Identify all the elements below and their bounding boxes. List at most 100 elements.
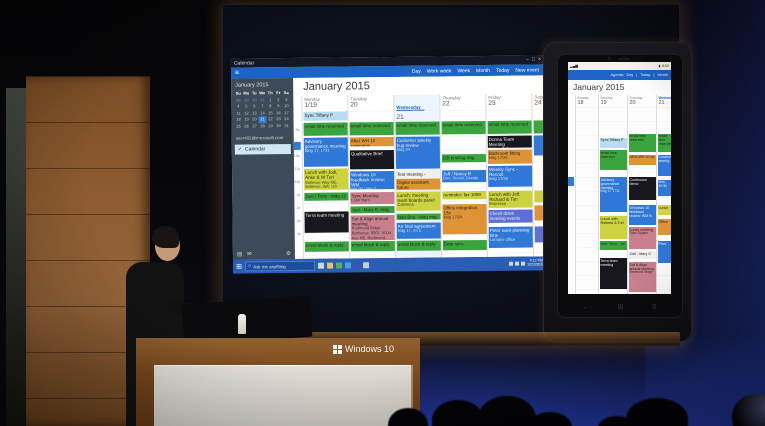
calendar-event[interactable]: Sut & Align annual meetingRedmond Ridge … xyxy=(350,215,394,240)
day-column-header[interactable]: Wednesday21 xyxy=(394,94,439,110)
calendar-event[interactable]: Peter want planning timeLorraine office xyxy=(488,226,532,248)
calendar-event[interactable]: Sync Tiffany P xyxy=(303,111,347,121)
calendar-event[interactable]: Joel - Mary B, bldg 1703 xyxy=(350,206,394,213)
calendar-event[interactable]: email block & reply xyxy=(304,241,348,252)
calendar-event[interactable]: reminder: fax 1099 xyxy=(442,191,486,200)
menu-item-day[interactable]: Day xyxy=(412,68,421,74)
phone-day-header[interactable]: Monday19 xyxy=(599,95,627,107)
calendar-event[interactable]: email time reserved xyxy=(395,122,439,135)
windows-icon[interactable]: ⊞ xyxy=(617,303,623,311)
maximize-button[interactable]: □ xyxy=(532,57,535,62)
day-column-header[interactable]: Thursday22 xyxy=(440,94,485,110)
calendar-checkbox[interactable]: ✓ Calendar xyxy=(235,144,291,155)
calendar-event[interactable]: Sut & Align annual meetingRedmond Ridge xyxy=(629,262,656,292)
menu-item-work-week[interactable]: Work week xyxy=(427,68,452,74)
mini-cal-day[interactable]: 29 xyxy=(267,123,275,130)
calendar-event[interactable]: Art final agreementbldg 17, rm 5 xyxy=(396,222,440,238)
calendar-event[interactable]: Bathroom fittingbldg 17/36 xyxy=(487,150,531,164)
calendar-event[interactable]: Advisory governance meetingBldg 17, 1731 xyxy=(303,137,347,166)
menu-item-today[interactable]: Today xyxy=(496,67,509,73)
calendar-event[interactable]: email block & reply xyxy=(396,240,440,251)
calendar-event[interactable]: email time reserved xyxy=(629,134,656,153)
cortana-search-box[interactable]: ○ Ask me anything xyxy=(245,261,315,272)
calendar-event[interactable]: After WH 10 campaignbldg 17/23 xyxy=(349,137,393,147)
menu-item-month[interactable]: Month xyxy=(476,67,490,73)
calendar-event[interactable]: Sync Tiffany P xyxy=(600,138,627,148)
taskbar-app-icon[interactable] xyxy=(354,262,360,268)
menu-item-new-event[interactable]: New event xyxy=(515,67,539,73)
calendar-event[interactable]: Joel - Mary G xyxy=(629,251,656,258)
phone-menu-item-month[interactable]: Month xyxy=(657,73,668,77)
minimize-button[interactable]: – xyxy=(526,58,529,63)
taskbar-clock[interactable]: 4:12 PM 1/21/2015 xyxy=(527,259,543,267)
day-column-header[interactable]: Tuesday20 xyxy=(348,95,393,111)
calendar-event[interactable]: Win 10 fb xyxy=(658,180,671,196)
mini-cal-day[interactable]: 30 xyxy=(275,123,283,130)
calendar-event[interactable]: Advisory governance meetingbldg 17, 1731 xyxy=(600,177,627,212)
calendar-event[interactable]: Customer weekly bug reviewbldg 34 xyxy=(395,136,439,168)
calendar-event[interactable]: Test meeting - Check rm 703 xyxy=(396,170,440,177)
tray-icon[interactable] xyxy=(509,262,513,266)
mini-cal-day[interactable]: 31 xyxy=(283,123,291,130)
tray-icon[interactable] xyxy=(515,262,519,266)
calendar-event[interactable]: GB briefing mtg xyxy=(441,154,485,163)
calendar-event[interactable]: ARM WH 10 ca xyxy=(629,155,656,165)
mini-cal-day[interactable]: 26 xyxy=(243,123,251,130)
calendar-event[interactable]: Joel: Terry - 1st xyxy=(600,241,627,250)
phone-menu-agenda[interactable]: Agenda xyxy=(610,73,623,77)
menu-item-week[interactable]: Week xyxy=(457,68,470,74)
taskbar-app-icon[interactable] xyxy=(336,262,342,268)
day-column-header[interactable]: Monday1/19 xyxy=(302,95,347,111)
mini-cal-day[interactable]: 28 xyxy=(259,123,267,130)
calendar-event[interactable]: Nart Bria - bldg mtg xyxy=(396,213,440,220)
calendar-event[interactable]: email time reserved xyxy=(600,150,627,170)
search-icon[interactable]: ⚲ xyxy=(652,303,657,311)
calendar-event[interactable]: email block & reply xyxy=(350,241,394,252)
calendar-event[interactable]: email time reserved xyxy=(349,122,393,135)
phone-day-header[interactable]: Sunday18 xyxy=(576,95,598,107)
calendar-event[interactable]: Lunch xyxy=(658,205,671,215)
calendar-event[interactable]: Continuum demo xyxy=(629,177,656,200)
calendar-event[interactable]: Office xyxy=(658,219,671,235)
mail-icon[interactable]: ✉ xyxy=(247,251,252,257)
taskbar-app-icon[interactable] xyxy=(318,263,324,269)
calendar-event[interactable]: email time reserved xyxy=(658,134,671,153)
calendar-event[interactable]: Terra team meeting xyxy=(600,258,627,289)
tray-icon[interactable] xyxy=(521,262,525,266)
calendar-event[interactable]: Lunch with Roberto & Turi xyxy=(600,216,627,239)
calendar-event[interactable]: Lunch meetingTown Square xyxy=(629,227,656,248)
calendar-event[interactable]: Lunch: meeting team boards panelCafeteri… xyxy=(396,191,440,211)
calendar-grid-icon[interactable]: ▤ xyxy=(237,252,242,258)
taskbar-app-icon[interactable] xyxy=(345,262,351,268)
calendar-event[interactable]: Plan xyxy=(658,241,671,262)
calendar-event[interactable]: Qualitative Brief xyxy=(349,150,393,169)
calendar-event[interactable]: Office integration 15xbldg 17/29 xyxy=(442,204,486,235)
phone-menu-item-today[interactable]: Today xyxy=(640,73,650,77)
calendar-event[interactable]: Windows 10 feedback review: WM B xyxy=(629,205,656,225)
phone-menu-item-day[interactable]: Day xyxy=(627,73,634,77)
close-button[interactable]: × xyxy=(538,57,541,62)
phone-day-header[interactable]: Tuesday20 xyxy=(628,95,656,107)
calendar-event[interactable]: Lunch with Jodi, Anke & W TuriBellevue W… xyxy=(304,169,348,191)
hamburger-icon[interactable]: ≡ xyxy=(231,69,293,77)
calendar-event[interactable]: Digital assistant futurebldg 17/2879 xyxy=(396,178,440,190)
calendar-event[interactable]: Donna Team MeetingOnline Call xyxy=(487,136,531,148)
calendar-event[interactable]: Jeff / Nancy BDen, Social, Decide xyxy=(442,170,486,182)
calendar-event[interactable]: email time reserved xyxy=(303,122,347,135)
calendar-event[interactable]: email time reserved xyxy=(487,121,531,134)
calendar-event[interactable]: Lunch with Jeff, Richard & TimEspresso xyxy=(488,190,532,208)
calendar-event[interactable]: Data sync xyxy=(442,240,486,251)
calendar-event[interactable]: Weekly Sync - Recruitbldg 17/26 xyxy=(488,165,532,187)
day-column-header[interactable]: Friday23 xyxy=(486,94,531,110)
taskbar-app-icon[interactable] xyxy=(327,263,333,269)
calendar-event[interactable]: Terra team meeting xyxy=(304,212,348,234)
start-button[interactable]: ⊞ xyxy=(236,263,242,270)
calendar-event[interactable]: Customer weekly xyxy=(658,155,671,176)
mini-cal-day[interactable]: 25 xyxy=(235,123,243,130)
calendar-event[interactable]: Sync MeetingLorin Barn xyxy=(350,192,394,204)
gear-icon[interactable]: ⚙ xyxy=(286,251,291,257)
taskbar-app-icon[interactable] xyxy=(363,262,369,268)
phone-day-header[interactable]: Wednesday21 xyxy=(657,95,671,107)
back-icon[interactable]: ← xyxy=(582,304,589,311)
calendar-event[interactable]: Joel / Terry - bldg 23 xyxy=(304,192,348,201)
